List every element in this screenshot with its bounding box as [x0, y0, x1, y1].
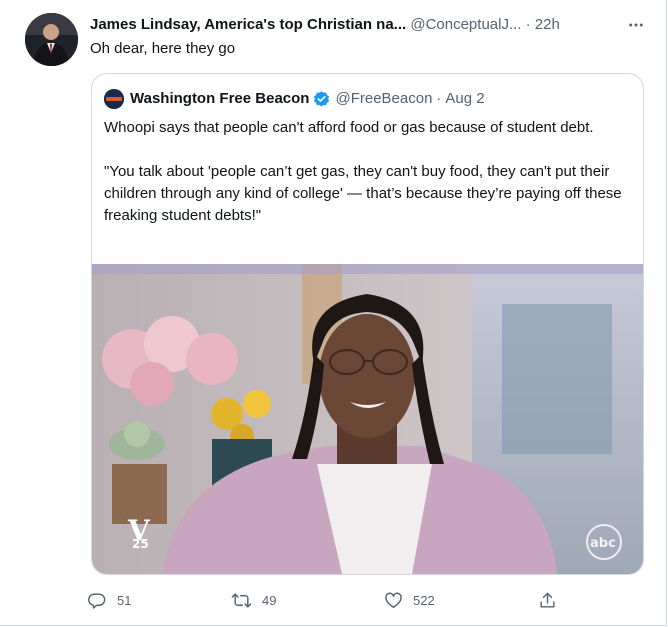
quoted-tweet-paragraph: Whoopi says that people can't afford foo…	[104, 119, 594, 136]
tweet-text: Oh dear, here they go	[90, 40, 236, 57]
retweet-icon	[231, 592, 252, 608]
author-name[interactable]: James Lindsay, America's top Christian n…	[90, 16, 406, 33]
reply-icon	[88, 592, 106, 609]
quoted-header-separator: ·	[436, 90, 442, 107]
show-logo: V 25	[127, 514, 151, 551]
quoted-tweet-text: Whoopi says that people can't afford foo…	[104, 117, 624, 227]
quoted-tweet[interactable]: Washington Free Beacon @FreeBeacon · Aug…	[91, 73, 644, 575]
tweet-actions: 51 49 522	[88, 588, 568, 612]
avatar-image	[25, 13, 78, 66]
tweet-card[interactable]: James Lindsay, America's top Christian n…	[0, 0, 667, 626]
like-button[interactable]: 522	[384, 588, 435, 612]
reply-button[interactable]: 51	[88, 588, 131, 612]
retweet-button[interactable]: 49	[231, 588, 276, 612]
author-handle[interactable]: @ConceptualJ...	[410, 16, 521, 33]
show-logo-number: 25	[132, 537, 149, 551]
quoted-tweet-video[interactable]: V 25 abc	[92, 264, 643, 574]
retweet-count: 49	[262, 592, 277, 608]
more-horizontal-icon[interactable]	[622, 13, 650, 37]
tweet-header: James Lindsay, America's top Christian n…	[90, 14, 650, 38]
share-button[interactable]	[538, 588, 567, 612]
quoted-tweet-date: Aug 2	[445, 90, 485, 107]
video-thumbnail: V 25 abc	[92, 264, 643, 574]
quoted-tweet-paragraph: "You talk about 'people can’t get gas, t…	[104, 163, 622, 224]
quoted-tweet-header: Washington Free Beacon @FreeBeacon · Aug…	[104, 88, 485, 110]
quoted-author-avatar	[104, 89, 124, 109]
quoted-author-handle: @FreeBeacon	[335, 90, 433, 107]
verified-badge-icon	[312, 90, 331, 109]
tweet-timestamp[interactable]: 22h	[535, 16, 560, 33]
quoted-author-name: Washington Free Beacon	[130, 90, 310, 107]
heart-icon	[385, 592, 402, 608]
share-icon	[540, 592, 555, 608]
author-avatar[interactable]	[25, 13, 78, 66]
reply-count: 51	[117, 592, 132, 608]
like-count: 522	[413, 592, 435, 608]
network-logo-text: abc	[590, 536, 616, 551]
header-separator: ·	[525, 16, 531, 33]
